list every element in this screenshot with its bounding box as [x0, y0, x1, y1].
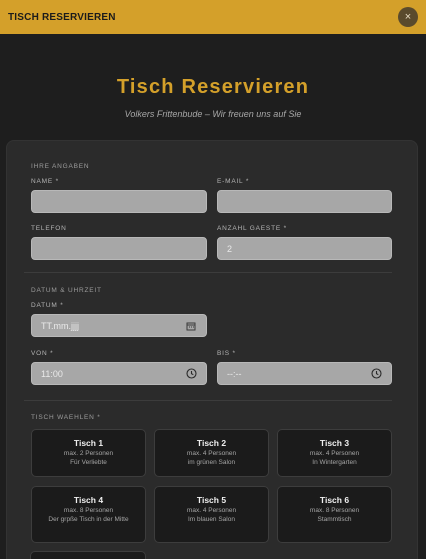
close-button[interactable]: × — [398, 7, 418, 27]
section-datetime-heading: DATUM & UHRZEIT — [31, 287, 102, 294]
section-table-heading: TISCH WAEHLEN * — [31, 414, 101, 421]
guests-value: 2 — [227, 243, 233, 254]
table-option-4[interactable]: Tisch 4 max. 8 Personen Der grpße Tisch … — [31, 486, 146, 543]
name-label: NAME * — [31, 178, 59, 185]
table-name: Tisch 4 — [73, 495, 104, 505]
table-capacity: max. 4 Personen — [309, 450, 360, 457]
section-divider — [24, 272, 392, 273]
guests-label: ANZAHL GAESTE * — [217, 225, 287, 232]
clock-icon[interactable] — [185, 368, 197, 380]
table-capacity: max. 8 Personen — [63, 507, 114, 514]
table-name: Tisch 6 — [319, 495, 350, 505]
section-divider — [24, 400, 392, 401]
to-label: BIS * — [217, 350, 236, 357]
date-placeholder: TT.mm.jjjj — [41, 320, 79, 331]
table-description: Im blauen Salon — [188, 515, 235, 523]
table-name: Tisch 5 — [196, 495, 227, 505]
date-input[interactable]: TT.mm.jjjj — [31, 314, 207, 337]
table-capacity: max. 4 Personen — [186, 507, 237, 514]
phone-input[interactable] — [31, 237, 207, 260]
section-personal-heading: IHRE ANGABEN — [31, 163, 90, 170]
close-icon: × — [404, 11, 412, 23]
table-option-5[interactable]: Tisch 5 max. 4 Personen Im blauen Salon — [154, 486, 269, 543]
to-time-value: --:-- — [227, 368, 242, 379]
table-name: Tisch 1 — [73, 438, 104, 448]
clock-icon[interactable] — [370, 368, 382, 380]
table-name: Tisch 2 — [196, 438, 227, 448]
table-capacity: max. 4 Personen — [186, 450, 237, 457]
from-time-input[interactable]: 11:00 — [31, 362, 207, 385]
modal-header: TISCH RESERVIEREN × — [0, 0, 426, 34]
table-description: Stammtisch — [317, 515, 352, 523]
from-label: VON * — [31, 350, 54, 357]
calendar-icon[interactable] — [185, 320, 197, 332]
table-capacity: max. 8 Personen — [309, 507, 360, 514]
email-label: E-MAIL * — [217, 178, 250, 185]
to-time-input[interactable]: --:-- — [217, 362, 392, 385]
phone-label: TELEFON — [31, 225, 67, 232]
date-label: DATUM * — [31, 302, 64, 309]
email-input[interactable] — [217, 190, 392, 213]
table-option-6[interactable]: Tisch 6 max. 8 Personen Stammtisch — [277, 486, 392, 543]
table-option-1[interactable]: Tisch 1 max. 2 Personen Für Verliebte — [31, 429, 146, 477]
table-description: im grünen Salon — [187, 458, 236, 466]
table-description: Der grpße Tisch in der Mitte — [48, 515, 129, 523]
table-description: In Wintergarten — [312, 458, 357, 466]
from-time-value: 11:00 — [41, 368, 63, 379]
table-option-2[interactable]: Tisch 2 max. 4 Personen im grünen Salon — [154, 429, 269, 477]
table-option-3[interactable]: Tisch 3 max. 4 Personen In Wintergarten — [277, 429, 392, 477]
page-subtitle: Volkers Frittenbude – Wir freuen uns auf… — [124, 109, 302, 119]
modal-title: TISCH RESERVIEREN — [8, 11, 116, 23]
table-option-partial[interactable] — [30, 551, 146, 559]
table-capacity: max. 2 Personen — [63, 450, 114, 457]
table-name: Tisch 3 — [319, 438, 350, 448]
table-description: Für Verliebte — [70, 458, 107, 466]
page-title: Tisch Reservieren — [116, 76, 310, 98]
guests-input[interactable]: 2 — [217, 237, 392, 260]
name-input[interactable] — [31, 190, 207, 213]
